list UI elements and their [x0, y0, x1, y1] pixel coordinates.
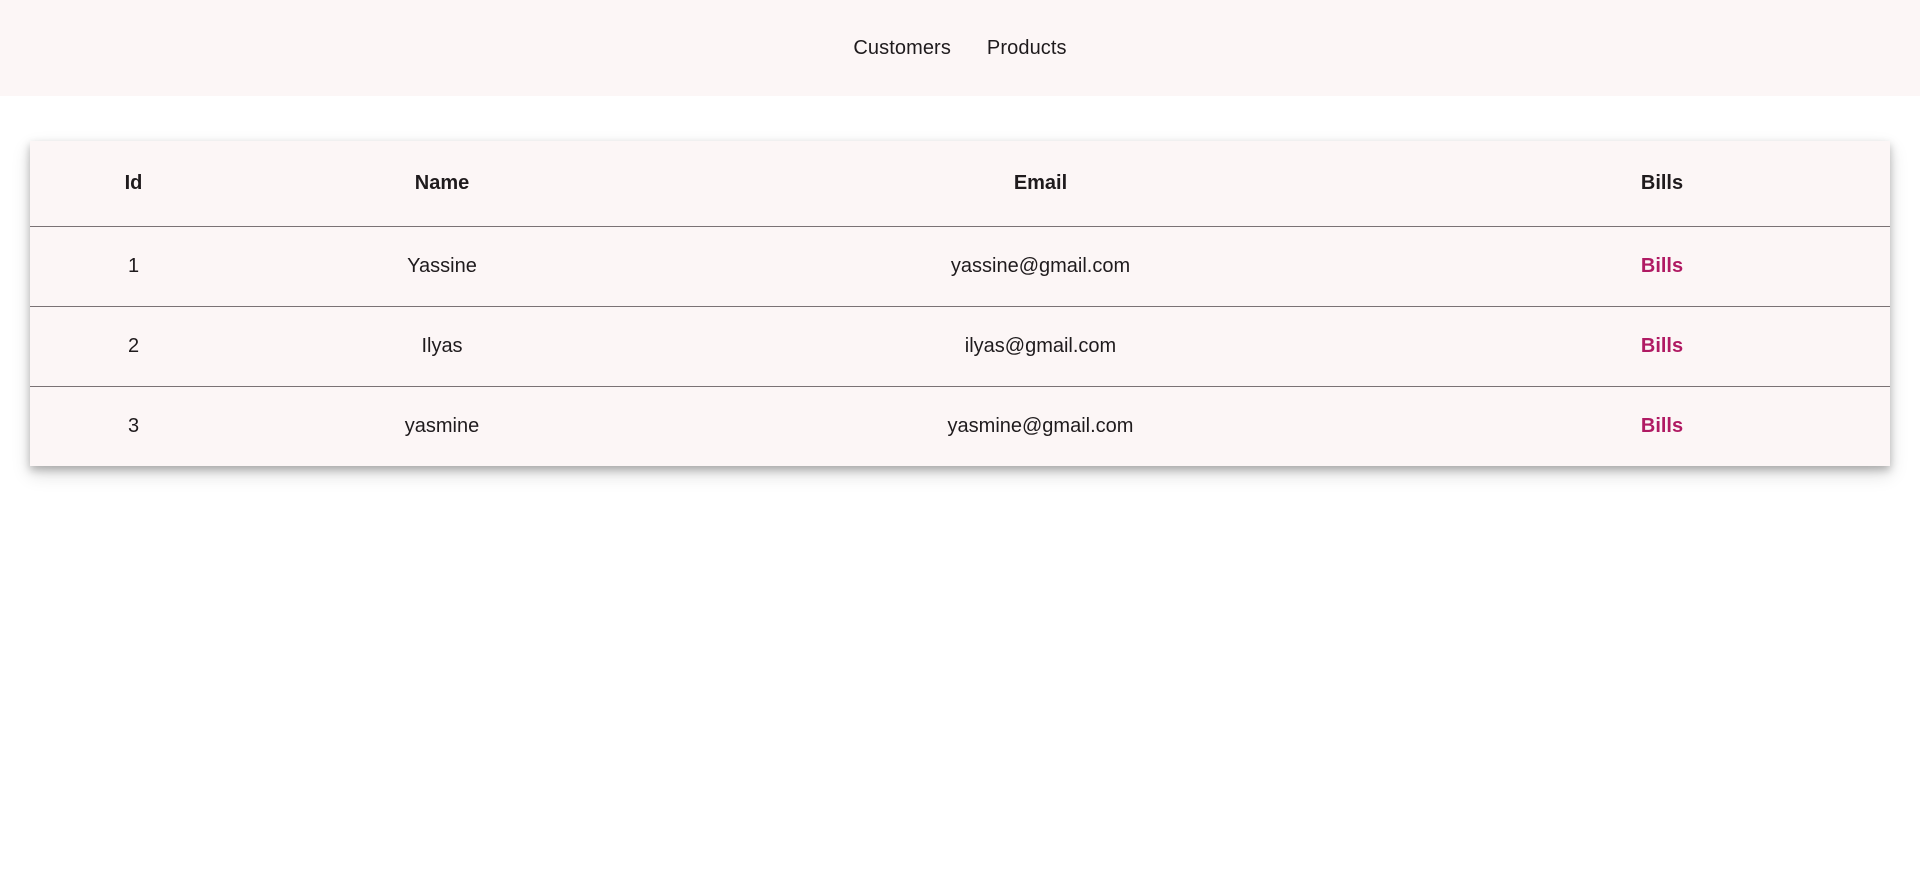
column-header-email: Email	[647, 141, 1434, 227]
column-header-id: Id	[30, 141, 237, 227]
cell-email: yassine@gmail.com	[647, 226, 1434, 307]
cell-name: Yassine	[237, 226, 647, 307]
column-header-bills: Bills	[1434, 141, 1890, 227]
bills-link[interactable]: Bills	[1641, 255, 1683, 277]
cell-email: yasmine@gmail.com	[947, 415, 1134, 437]
cell-id: 2	[30, 306, 237, 387]
table-header-row: Id Name Email Bills	[30, 141, 1890, 227]
cell-name: yasmine	[404, 415, 480, 437]
customers-table-card: Id Name Email Bills 1 Yassine yassine@gm…	[30, 141, 1890, 466]
customers-table: Id Name Email Bills 1 Yassine yassine@gm…	[30, 141, 1890, 466]
top-nav-bar: Customers Products	[0, 0, 1920, 96]
bills-link[interactable]: Bills	[1641, 415, 1683, 437]
cell-bills: Bills	[1434, 306, 1890, 387]
cell-id: 3	[127, 415, 140, 437]
table-row: 2 Ilyas ilyas@gmail.com Bills	[30, 306, 1890, 387]
table-row: 1 Yassine yassine@gmail.com Bills	[30, 226, 1890, 307]
cell-bills: Bills	[1434, 226, 1890, 307]
bills-link[interactable]: Bills	[1641, 335, 1683, 357]
cell-id: 1	[30, 226, 237, 307]
nav-link-products[interactable]: Products	[979, 29, 1075, 68]
cell-bills: Bills	[1434, 387, 1890, 467]
cell-email: ilyas@gmail.com	[647, 306, 1434, 387]
cell-name: Ilyas	[237, 306, 647, 387]
nav-link-customers[interactable]: Customers	[845, 29, 959, 68]
table-row: 3 yasmine yasmine@gmail.com Bills	[30, 387, 1890, 467]
column-header-name: Name	[237, 141, 647, 227]
